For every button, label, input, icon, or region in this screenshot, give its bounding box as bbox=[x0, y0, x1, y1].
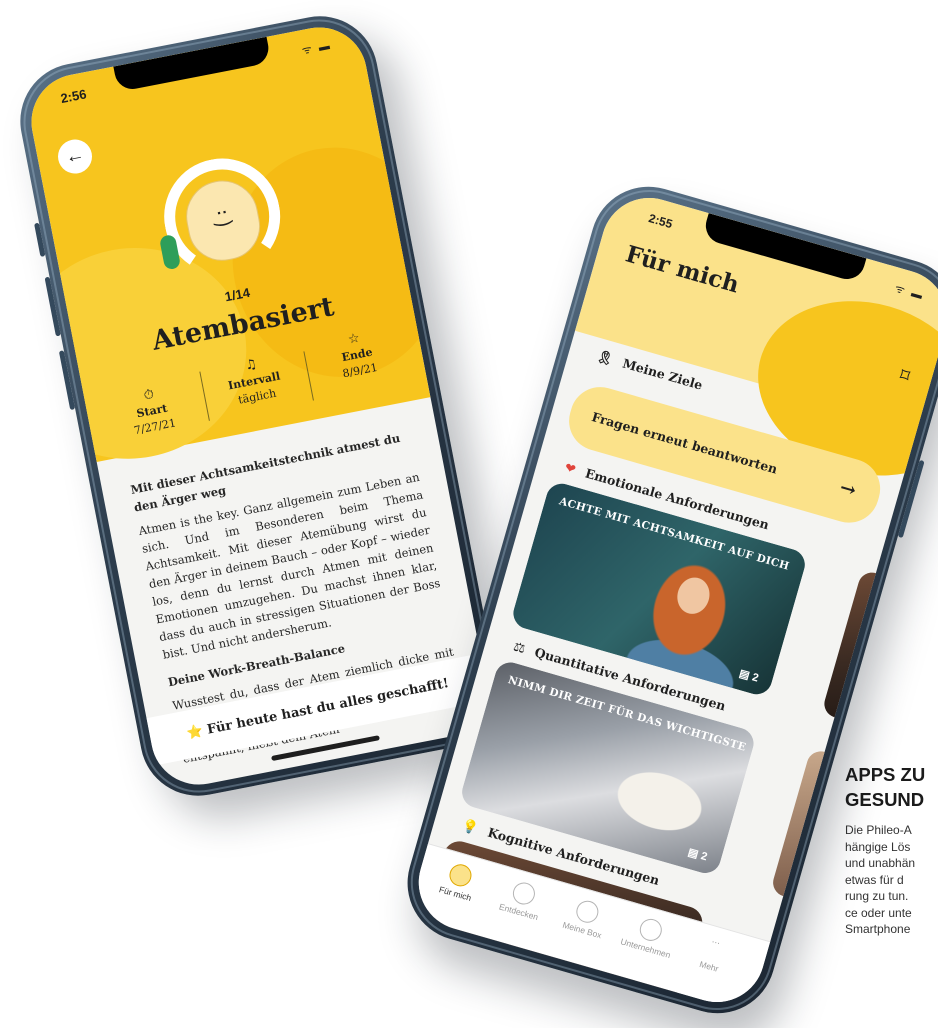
mute-switch bbox=[34, 222, 46, 257]
content-card-next[interactable] bbox=[769, 748, 850, 904]
tab-mehr[interactable]: ⋯ Mehr bbox=[677, 929, 748, 980]
compass-icon bbox=[510, 879, 538, 908]
tab-meine-box[interactable]: Meine Box bbox=[550, 892, 621, 943]
shield-icon bbox=[573, 898, 601, 926]
arrow-left-icon: ← bbox=[63, 143, 87, 169]
star-icon: ⭐ bbox=[185, 723, 205, 742]
scale-icon: ⚖ bbox=[511, 639, 527, 658]
tab-entdecken[interactable]: Entdecken bbox=[487, 874, 558, 925]
person-icon bbox=[446, 861, 475, 889]
screen-exercise: 2:56 ᯤ ▬ ← ᐧ͜ᐧ 1/14 Atembasiert ⏱ Start … bbox=[23, 19, 495, 793]
tab-label: Mehr bbox=[698, 958, 720, 974]
tab-unternehmen[interactable]: Unternehmen bbox=[613, 911, 684, 962]
card-count-badge: ▤ 2 bbox=[737, 667, 760, 685]
article-title: APPS ZU GESUND bbox=[845, 764, 926, 810]
tab-label: Für mich bbox=[437, 884, 473, 903]
retake-questions-label: Fragen erneut beantworten bbox=[590, 409, 780, 477]
card-count-badge: ▤ 2 bbox=[686, 846, 709, 864]
content-card-next[interactable] bbox=[821, 569, 901, 725]
article-body: Die Phileo-A hängige Lös und unabhän etw… bbox=[845, 823, 916, 936]
volume-down-button bbox=[58, 350, 76, 411]
building-icon bbox=[637, 916, 665, 944]
volume-up-button bbox=[44, 276, 61, 337]
tab-label: Entdecken bbox=[498, 901, 540, 923]
more-icon: ⋯ bbox=[710, 936, 722, 949]
phone-left: 2:56 ᯤ ▬ ← ᐧ͜ᐧ 1/14 Atembasiert ⏱ Start … bbox=[10, 6, 508, 806]
tab-label: Meine Box bbox=[561, 919, 603, 941]
tab-fuer-mich[interactable]: Für mich bbox=[423, 856, 494, 907]
arrow-right-icon: → bbox=[837, 476, 859, 502]
heart-icon: ❤ bbox=[562, 460, 578, 479]
ribbon-icon: 🎗 bbox=[594, 349, 615, 369]
lightbulb-icon: 💡 bbox=[460, 818, 480, 838]
